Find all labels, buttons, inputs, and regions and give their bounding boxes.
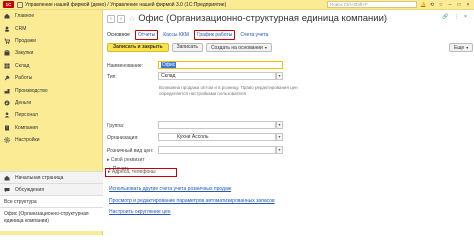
tab-schedule[interactable]: График работы	[193, 30, 236, 40]
type-select[interactable]: Склад	[158, 72, 276, 80]
title-bar: 1С Управление нашей фирмой (демо) / Упра…	[0, 0, 474, 10]
crm-icon	[4, 26, 10, 32]
sidebar-item-purchases[interactable]: Закупки	[0, 47, 102, 59]
sections-panel: Главное CRM Продажи Закупки Склад Работы…	[0, 10, 103, 235]
chevron-down-icon[interactable]: ▾	[276, 121, 283, 129]
retail-price-field[interactable]	[158, 146, 276, 154]
own-props-group[interactable]: ▸ Свой реквизит	[107, 157, 145, 163]
close-form-icon[interactable]: ×	[464, 14, 467, 20]
discussions-link[interactable]: Обсуждения	[0, 183, 103, 195]
organization-field[interactable]: Кухни Ассоль	[158, 133, 276, 141]
sidebar-item-production[interactable]: Производство	[0, 84, 102, 96]
window-title: Управление нашей фирмой (демо) / Управле…	[25, 1, 227, 8]
forward-button[interactable]: ›	[117, 14, 125, 23]
form-header: ‹ › ☆ Офис (Организационно-структурная е…	[107, 13, 387, 24]
organization-label: Организация:	[107, 135, 139, 141]
price-rounding-link[interactable]: Настроить округление цен	[109, 209, 171, 215]
history-icon[interactable]: ⟲	[429, 2, 435, 8]
link-icon[interactable]: 🔗	[442, 14, 448, 20]
other-retail-accounts-link[interactable]: Использовать другие счета учета розничны…	[109, 186, 231, 192]
save-button[interactable]: Записать	[171, 43, 203, 52]
auto-stock-params-link[interactable]: Просмотр и редактирование параметров авт…	[109, 198, 275, 204]
warehouse-icon	[4, 63, 10, 69]
app-logo: 1С	[3, 1, 14, 8]
form-tabs: Основное Отчеты Кассы ККМ График работы …	[107, 30, 273, 40]
page-title: Офис (Организационно-структурная единица…	[138, 13, 388, 24]
chevron-down-icon[interactable]: ▾	[276, 146, 283, 154]
tab-main[interactable]: Основное	[107, 32, 130, 38]
sidebar-item-money[interactable]: ₽ Деньги	[0, 97, 102, 109]
more-button[interactable]: Еще ▾	[449, 43, 474, 52]
retail-price-label: Розничный вид цен:	[107, 148, 154, 154]
chevron-down-icon[interactable]: ▾	[276, 72, 283, 80]
sidebar-item-settings[interactable]: Настройки	[0, 134, 102, 146]
gear-icon	[4, 137, 10, 143]
form-toolbar: Записать и закрыть Записать Создать на о…	[107, 43, 275, 52]
sidebar-item-sales[interactable]: Продажи	[0, 35, 102, 47]
chevron-down-icon[interactable]: ▾	[276, 133, 283, 141]
sidebar-item-works[interactable]: Работы	[0, 72, 102, 84]
structure-link[interactable]: Все структура	[0, 195, 103, 207]
production-icon	[4, 88, 10, 94]
sidebar-item-warehouse[interactable]: Склад	[0, 60, 102, 72]
company-icon	[4, 125, 10, 131]
tab-accounts[interactable]: Счета учета	[240, 32, 268, 38]
close-icon[interactable]: ×	[465, 2, 471, 8]
maximize-icon[interactable]: □	[456, 2, 462, 8]
sidebar-item-company[interactable]: Компания	[0, 122, 102, 134]
open-window-item[interactable]: Офис (Организационно-структурная единица…	[0, 207, 103, 231]
notifications-icon[interactable]: 🔔	[420, 2, 426, 8]
home-icon	[4, 175, 10, 181]
back-button[interactable]: ‹	[107, 14, 115, 23]
type-label: Тип:	[107, 74, 117, 80]
money-icon: ₽	[4, 100, 10, 106]
sidebar-item-crm[interactable]: CRM	[0, 22, 102, 34]
group-field[interactable]	[158, 121, 276, 129]
home-icon	[4, 13, 10, 19]
form-area: ‹ › ☆ Офис (Организационно-структурная е…	[103, 10, 474, 235]
sidebar-item-personnel[interactable]: Персонал	[0, 109, 102, 121]
chat-icon	[4, 187, 10, 193]
group-label: Группа:	[107, 123, 125, 129]
chevron-down-icon: ▾	[466, 45, 469, 50]
more-actions-icon[interactable]: ⋮	[454, 14, 459, 20]
menu-icon[interactable]	[17, 1, 23, 8]
svg-text:₽: ₽	[6, 100, 9, 105]
name-label: Наименование:	[107, 63, 144, 69]
chevron-down-icon: ▾	[264, 45, 267, 50]
favorites-icon[interactable]: ☆	[438, 2, 444, 8]
addresses-phones-group[interactable]: ▸ Адреса, телефоны	[105, 168, 177, 177]
type-hint: Возможна продажа оптом и в розницу. Прав…	[159, 85, 298, 96]
open-windows-panel: Начальная страница Обсуждения Все структ…	[0, 171, 103, 231]
global-search-input[interactable]: Поиск Ctrl+Shift+F	[327, 1, 417, 8]
create-based-on-button[interactable]: Создать на основании ▾	[205, 43, 272, 52]
name-field[interactable]: Офис	[158, 61, 283, 69]
tab-kkm[interactable]: Кассы ККМ	[163, 32, 189, 38]
favorite-star-icon[interactable]: ☆	[129, 15, 135, 23]
sidebar-item-main[interactable]: Главное	[0, 10, 102, 22]
personnel-icon	[4, 112, 10, 118]
home-page-link[interactable]: Начальная страница	[0, 171, 103, 183]
tab-reports[interactable]: Отчеты	[134, 30, 159, 40]
minimize-icon[interactable]: –	[447, 2, 453, 8]
save-and-close-button[interactable]: Записать и закрыть	[107, 43, 169, 52]
works-icon	[4, 75, 10, 81]
sales-icon	[4, 38, 10, 44]
purchases-icon	[4, 50, 10, 56]
